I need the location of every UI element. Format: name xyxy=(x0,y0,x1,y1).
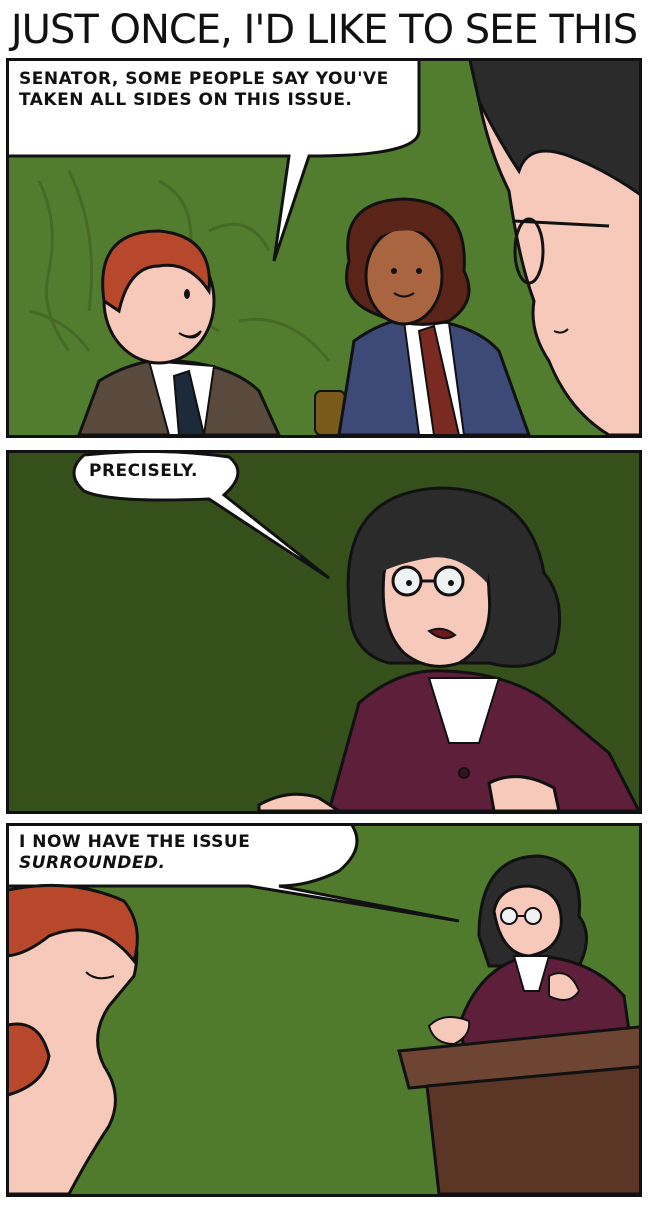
panel-1-art xyxy=(9,61,639,435)
speech-text-senator: PRECISELY. xyxy=(89,461,198,481)
speech-line-2: SURROUNDED. xyxy=(19,853,166,873)
panel-2-art xyxy=(72,453,639,811)
panel-1: SENATOR, SOME PEOPLE SAY YOU'VE TAKEN AL… xyxy=(6,58,642,438)
speech-line-1: I NOW HAVE THE ISSUE xyxy=(19,832,251,852)
panel-3: I NOW HAVE THE ISSUE SURROUNDED. xyxy=(6,823,642,1197)
woman-face xyxy=(364,226,444,326)
speech-text-senator-final: I NOW HAVE THE ISSUE SURROUNDED. xyxy=(19,832,379,874)
panel-3-art xyxy=(9,826,639,1194)
panel-2: PRECISELY. xyxy=(6,450,642,814)
speech-text-reporter: SENATOR, SOME PEOPLE SAY YOU'VE TAKEN AL… xyxy=(19,69,389,110)
podium xyxy=(425,1065,639,1194)
comic-title: JUST ONCE, I'D LIKE TO SEE THIS xyxy=(10,7,638,53)
